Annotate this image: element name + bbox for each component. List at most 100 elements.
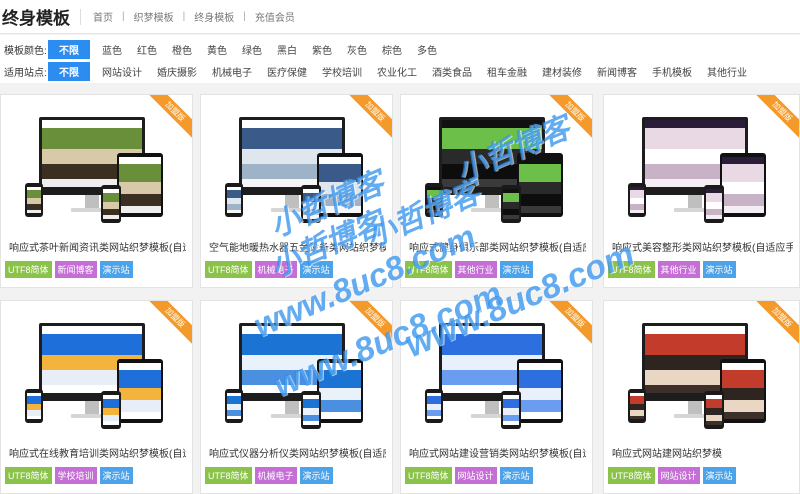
filter-panel: 模板颜色: 不限 蓝色 红色 橙色 黄色 绿色 黑白 紫色 灰色 棕色 多色 适用站点: 不限 网站设… <box>0 35 800 83</box>
template-title[interactable]: 响应式在线教育培训类网站织梦模板(自适 <box>9 445 186 460</box>
encoding-tag[interactable]: UTF8简体 <box>205 467 252 484</box>
page-title: 终身模板 <box>2 9 70 28</box>
template-title[interactable]: 响应式茶叶新闻资讯类网站织梦模板(自适 <box>9 239 186 254</box>
category-tag[interactable]: 学校培训 <box>54 467 97 484</box>
site-option[interactable]: 学校培训 <box>322 64 362 79</box>
category-tag[interactable]: 新闻博客 <box>54 261 97 278</box>
color-option[interactable]: 多色 <box>417 42 437 57</box>
encoding-tag[interactable]: UTF8简体 <box>405 467 452 484</box>
template-title[interactable]: 响应式健身俱乐部类网站织梦模板(自适应 <box>409 239 586 254</box>
color-option[interactable]: 蓝色 <box>102 42 122 57</box>
site-option[interactable]: 网站设计 <box>102 64 142 79</box>
color-option[interactable]: 灰色 <box>347 42 367 57</box>
template-title[interactable]: 响应式仪器分析仪类网站织梦模板(自适应 <box>209 445 386 460</box>
template-card[interactable]: 加盟版 响应式茶叶新闻资讯类网站织梦模板(自适 UTF8简体 新闻博客 演示站 <box>0 94 193 288</box>
demo-site-button[interactable]: 演示站 <box>99 261 133 278</box>
monitor-stand <box>485 401 499 415</box>
template-card[interactable]: 加盟版 响应式网站建设营销类网站织梦模板(自适 UTF8简体 网站设计 演示站 <box>400 300 593 494</box>
site-option[interactable]: 其他行业 <box>707 64 747 79</box>
template-thumbnail[interactable] <box>201 95 392 235</box>
encoding-tag[interactable]: UTF8简体 <box>5 467 52 484</box>
template-card[interactable]: 加盟版 响应式网站建网站织梦模 UTF8简体 网站设计 演示站 <box>603 300 800 494</box>
phone-mockup <box>25 183 43 217</box>
color-filter-label: 模板颜色: <box>4 45 47 57</box>
tablet-mockup <box>117 153 163 217</box>
site-option[interactable]: 婚庆摄影 <box>157 64 197 79</box>
template-thumbnail[interactable] <box>604 95 799 235</box>
demo-site-button[interactable]: 演示站 <box>299 467 333 484</box>
color-filter-row: 模板颜色: 不限 蓝色 红色 橙色 黄色 绿色 黑白 紫色 灰色 棕色 多色 <box>4 39 452 59</box>
template-title[interactable]: 响应式网站建网站织梦模 <box>612 445 793 460</box>
phone-mockup <box>704 391 724 429</box>
phone-mockup <box>225 389 243 423</box>
demo-site-button[interactable]: 演示站 <box>499 467 533 484</box>
demo-site-button[interactable]: 演示站 <box>702 467 736 484</box>
template-card[interactable]: 加盟版 响应式健身俱乐部类网站织梦模板(自适应 UTF8简体 其他行业 演示站 <box>400 94 593 288</box>
tag-list: UTF8简体 学校培训 演示站 <box>5 467 136 484</box>
breadcrumb-separator: | <box>122 11 125 22</box>
monitor-stand <box>285 195 299 209</box>
breadcrumb-vip-recharge[interactable]: 充值会员 <box>255 9 295 24</box>
encoding-tag[interactable]: UTF8简体 <box>5 261 52 278</box>
breadcrumb-home[interactable]: 首页 <box>93 9 113 24</box>
phone-mockup <box>225 183 243 217</box>
encoding-tag[interactable]: UTF8简体 <box>205 261 252 278</box>
site-option[interactable]: 新闻博客 <box>597 64 637 79</box>
site-option[interactable]: 机械电子 <box>212 64 252 79</box>
tag-list: UTF8简体 机械电子 演示站 <box>205 261 336 278</box>
site-option[interactable]: 酒类食品 <box>432 64 472 79</box>
top-bar: 终身模板 首页 | 织梦模板 | 终身模板 | 充值会员 <box>0 0 800 34</box>
color-option[interactable]: 绿色 <box>242 42 262 57</box>
phone-mockup <box>301 185 321 223</box>
template-card[interactable]: 加盟版 响应式美容整形类网站织梦模板(自适应手 UTF8简体 其他行业 演示站 <box>603 94 800 288</box>
template-thumbnail[interactable] <box>1 95 192 235</box>
template-card[interactable]: 加盟版 响应式仪器分析仪类网站织梦模板(自适应 UTF8简体 机械电子 演示站 <box>200 300 393 494</box>
template-thumbnail[interactable] <box>1 301 192 441</box>
template-thumbnail[interactable] <box>401 95 592 235</box>
phone-mockup <box>628 183 646 217</box>
site-option[interactable]: 不限 <box>48 61 90 81</box>
category-tag[interactable]: 网站设计 <box>454 467 497 484</box>
breadcrumb-separator: | <box>182 11 186 22</box>
template-card[interactable]: 加盟版 空气能地暖热水器五金设备类网站织梦模板 UTF8简体 机械电子 演示站 <box>200 94 393 288</box>
encoding-tag[interactable]: UTF8简体 <box>608 467 655 484</box>
breadcrumb-dede-templates[interactable]: 织梦模板 <box>134 9 174 24</box>
phone-mockup <box>425 183 443 217</box>
template-thumbnail[interactable] <box>401 301 592 441</box>
demo-site-button[interactable]: 演示站 <box>702 261 736 278</box>
color-option[interactable]: 紫色 <box>312 42 332 57</box>
demo-site-button[interactable]: 演示站 <box>499 261 533 278</box>
breadcrumb-lifetime-templates[interactable]: 终身模板 <box>194 9 234 24</box>
site-option[interactable]: 医疗保健 <box>267 64 307 79</box>
demo-site-button[interactable]: 演示站 <box>299 261 333 278</box>
category-tag[interactable]: 机械电子 <box>254 467 297 484</box>
template-card[interactable]: 加盟版 响应式在线教育培训类网站织梦模板(自适 UTF8简体 学校培训 演示站 <box>0 300 193 494</box>
site-option[interactable]: 租车金融 <box>487 64 527 79</box>
phone-mockup <box>704 185 724 223</box>
category-tag[interactable]: 网站设计 <box>657 467 700 484</box>
category-tag[interactable]: 机械电子 <box>254 261 297 278</box>
encoding-tag[interactable]: UTF8简体 <box>608 261 655 278</box>
template-thumbnail[interactable] <box>201 301 392 441</box>
demo-site-button[interactable]: 演示站 <box>99 467 133 484</box>
color-option[interactable]: 黑白 <box>277 42 297 57</box>
tablet-mockup <box>317 153 363 217</box>
color-option[interactable]: 红色 <box>137 42 157 57</box>
color-option[interactable]: 黄色 <box>207 42 227 57</box>
category-tag[interactable]: 其他行业 <box>657 261 700 278</box>
site-option[interactable]: 建材装修 <box>542 64 582 79</box>
encoding-tag[interactable]: UTF8简体 <box>405 261 452 278</box>
template-title[interactable]: 响应式美容整形类网站织梦模板(自适应手 <box>612 239 793 254</box>
site-option[interactable]: 手机模板 <box>652 64 692 79</box>
category-tag[interactable]: 其他行业 <box>454 261 497 278</box>
color-option[interactable]: 棕色 <box>382 42 402 57</box>
template-thumbnail[interactable] <box>604 301 799 441</box>
monitor-stand <box>85 195 99 209</box>
template-title[interactable]: 响应式网站建设营销类网站织梦模板(自适 <box>409 445 586 460</box>
color-option[interactable]: 不限 <box>48 39 90 59</box>
color-option[interactable]: 橙色 <box>172 42 192 57</box>
phone-mockup <box>501 391 521 429</box>
template-title[interactable]: 空气能地暖热水器五金设备类网站织梦模板 <box>209 239 386 254</box>
site-option[interactable]: 农业化工 <box>377 64 417 79</box>
tablet-mockup <box>517 153 563 217</box>
